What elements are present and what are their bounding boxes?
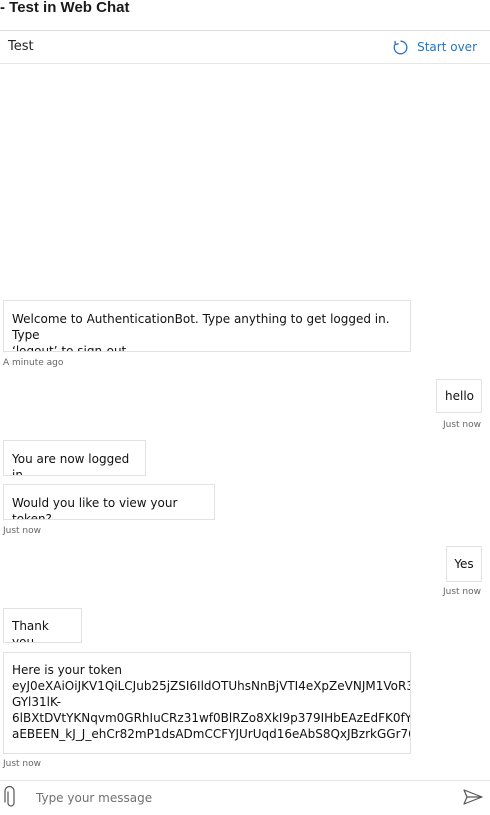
message-text: hello [445, 389, 474, 403]
message-timestamp: A minute ago [3, 358, 64, 368]
message-text-line: Here is your token [12, 663, 123, 677]
user-message-yes: Yes [446, 546, 482, 582]
token-text-line: 6lBXtDVtYKNqvm0GRhIuCRz31wf0BlRZo8XkI9p3… [12, 711, 411, 725]
bot-message-token: Here is your token eyJ0eXAiOiJKV1QiLCJub… [3, 652, 411, 754]
message-text: Yes [454, 557, 474, 571]
test-toolbar: Test Start over [0, 31, 490, 63]
user-message-hello: hello [436, 379, 482, 413]
message-text: You are now logged in. [12, 452, 130, 476]
refresh-icon [393, 40, 408, 54]
message-input[interactable] [36, 788, 436, 808]
start-over-label: Start over [417, 40, 477, 54]
send-icon[interactable] [462, 788, 484, 806]
message-text-line: ‘logout’ to sign-out. [12, 344, 131, 352]
paperclip-icon[interactable] [4, 786, 18, 808]
window-title: - Test in Web Chat [0, 0, 130, 16]
message-timestamp: Just now [3, 759, 42, 769]
token-text-line: eyJ0eXAiOiJKV1QiLCJub25jZSI6IldOTUhsNnBj… [12, 679, 411, 693]
message-timestamp: Just now [3, 526, 42, 536]
message-text: Thank you. [12, 619, 49, 643]
bot-message-logged-in: You are now logged in. [3, 440, 146, 476]
start-over-button[interactable]: Start over [392, 36, 477, 58]
message-text-line: Welcome to AuthenticationBot. Type anyth… [12, 312, 390, 342]
token-text-line: aEBEEN_kJ_J_ehCr82mP1dsADmCCFYJUrUqd16eA… [12, 727, 411, 741]
bot-message-view-token: Would you like to view your token? [3, 484, 215, 520]
test-label: Test [8, 39, 34, 54]
bot-message-welcome: Welcome to AuthenticationBot. Type anyth… [3, 300, 411, 352]
message-timestamp: Just now [443, 420, 482, 430]
message-composer [0, 781, 490, 815]
token-text-line: GYl31lK- [12, 695, 61, 709]
bot-message-thank-you: Thank you. [3, 608, 82, 643]
message-text: Would you like to view your token? [12, 496, 178, 520]
message-timestamp: Just now [443, 587, 482, 597]
chat-transcript[interactable]: Welcome to AuthenticationBot. Type anyth… [0, 64, 490, 780]
